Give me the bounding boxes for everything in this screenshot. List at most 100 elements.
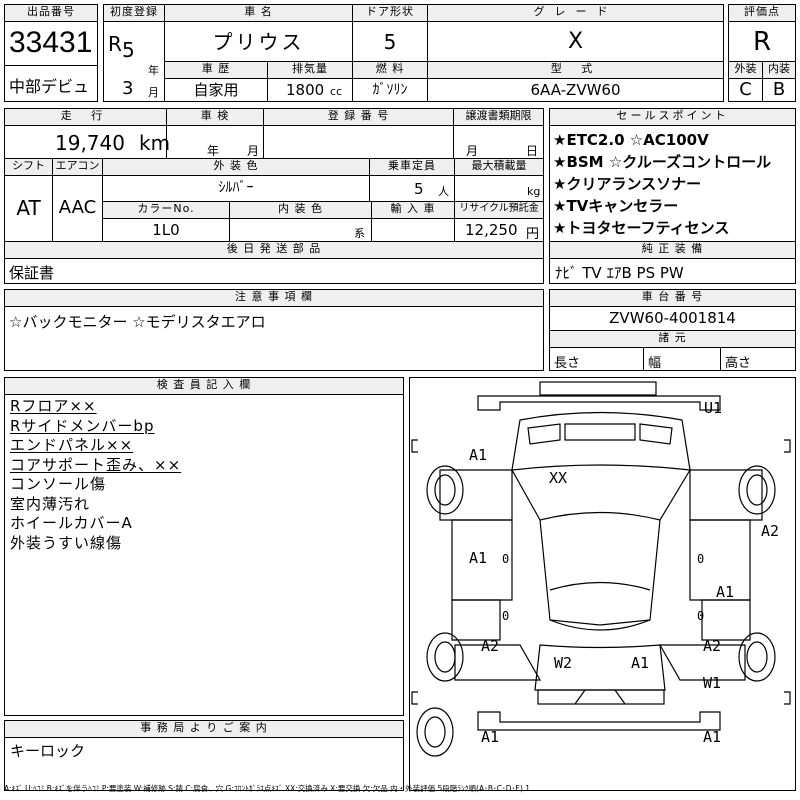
inspector-note: コンソール傷 <box>10 475 107 493</box>
exterior-cell: C <box>728 78 763 102</box>
front-bumper-shape <box>477 395 721 411</box>
month-unit: 月 <box>148 86 159 99</box>
dimensions-label: 諸 元 <box>549 330 796 348</box>
inspector-note: ホイールカバーA <box>10 514 133 532</box>
inspector-note: コアサポート歪み、×× <box>10 455 182 474</box>
venue: 中部デビュ <box>9 77 90 96</box>
interior-color-unit: 系 <box>354 227 365 240</box>
sales-point: ★BSM ☆クルーズコントロール <box>553 153 772 171</box>
transfer-cell: 月 日 <box>453 125 544 159</box>
load-cell: kg <box>454 175 544 202</box>
model-label: 型 式 <box>427 61 724 79</box>
damage-mark: W1 <box>703 674 721 692</box>
aircon-label: エアコン <box>52 158 103 176</box>
wheel-front-left <box>426 465 464 515</box>
interior-color-label: 内 装 色 <box>229 201 372 219</box>
score-label: 評価点 <box>728 4 796 22</box>
capacity: 5 <box>414 180 424 198</box>
chassis-cell: ZVW60-4001814 <box>549 306 796 331</box>
shift-label: シフト <box>4 158 53 176</box>
inspector-note: Rサイドメンバーbp <box>10 416 155 435</box>
model-cell: 6AA-ZVW60 <box>427 78 724 102</box>
load-unit: kg <box>527 185 541 198</box>
inspection-cell: 年 月 <box>166 125 264 159</box>
mileage: 19,740 <box>55 131 125 155</box>
equipment-cell: ﾅﾋﾞ TV ｴｱB PS PW <box>549 258 796 284</box>
inspection-year-unit: 年 <box>207 144 220 158</box>
era: R <box>108 32 122 56</box>
lot-number: 33431 <box>9 26 93 59</box>
damage-mark: A2 <box>761 522 779 540</box>
year-unit: 年 <box>148 64 159 77</box>
inspector-note: エンドパネル×× <box>10 436 134 454</box>
recycle-label: リサイクル預託金 <box>454 201 544 219</box>
later-parts-cell: 保証書 <box>4 258 544 284</box>
height-cell: 高さ <box>720 347 796 371</box>
grade-label: グレード <box>427 4 724 22</box>
history: 自家用 <box>193 81 239 99</box>
score: R <box>752 27 772 57</box>
mileage-cell: 19,740 km <box>4 125 170 159</box>
venue-cell: 中部デビュ <box>4 65 98 102</box>
import-label: 輸 入 車 <box>371 201 455 219</box>
inspector-note: 室内薄汚れ <box>10 494 91 513</box>
color-no-cell: 1L0 <box>102 218 230 242</box>
capacity-unit: 人 <box>438 185 449 198</box>
sales-point: ★クリアランスソナー <box>553 175 702 193</box>
wheel-rear-left <box>426 632 464 682</box>
inspector-note: Rフロア×× <box>10 397 97 415</box>
sales-label: セールスポイント <box>549 108 796 126</box>
color: ｼﾙﾊﾞｰ <box>218 180 254 196</box>
fuel-label: 燃 料 <box>352 61 428 79</box>
damage-mark: A1 <box>469 446 487 464</box>
color-label: 外 装 色 <box>102 158 370 176</box>
equipment-label: 純 正 装 備 <box>549 241 796 259</box>
spare-wheel <box>416 707 454 757</box>
color-no-label: カラーNo. <box>102 201 230 219</box>
year: 5 <box>122 38 135 62</box>
history-label: 車 歴 <box>164 61 268 79</box>
inspector-note: 外装うすい線傷 <box>10 533 123 552</box>
damage-mark: A1 <box>716 583 734 601</box>
car-diagram: 0 0 0 0 U1 A1 XX A2 A1 A1 A2 A2 W2 A1 W1 A1 A1 <box>409 377 796 791</box>
car-name-cell: プリウス <box>164 21 353 62</box>
model: 6AA-ZVW60 <box>530 81 621 99</box>
notes-label: 注 意 事 項 欄 <box>4 289 544 307</box>
shift-cell: AT <box>4 175 53 242</box>
fuel: ｶﾞｿﾘﾝ <box>372 82 408 98</box>
svg-text:0: 0 <box>502 552 509 566</box>
height-label: 高さ <box>725 356 752 371</box>
recycle: 12,250 <box>465 221 518 239</box>
sales-point: ★TVキャンセラー <box>553 197 679 215</box>
displacement-cell: 1800 cc <box>267 78 353 102</box>
hood-outline <box>511 411 691 471</box>
transfer-day-unit: 日 <box>526 144 539 158</box>
damage-mark: A1 <box>631 654 649 672</box>
interior-cell: B <box>762 78 796 102</box>
notes: ☆バックモニター ☆モデリスタエアロ <box>9 313 266 331</box>
doors-cell: 5 <box>352 21 428 62</box>
damage-mark: W2 <box>554 654 572 672</box>
aircon-cell: AAC <box>52 175 103 242</box>
damage-mark: A1 <box>481 728 499 746</box>
inspector-label: 検 査 員 記 入 欄 <box>4 377 404 395</box>
shift: AT <box>16 196 41 220</box>
inspection-label: 車 検 <box>166 108 264 126</box>
front-bumper-outline <box>539 381 657 396</box>
import-cell <box>371 218 455 242</box>
svg-text:0: 0 <box>697 609 704 623</box>
first-reg-cell: R 5 年 3 月 <box>103 21 165 102</box>
capacity-cell: 5 人 <box>369 175 455 202</box>
aircon: AAC <box>58 197 97 218</box>
rear-bumper-shape <box>477 711 721 731</box>
notes-cell: ☆バックモニター ☆モデリスタエアロ <box>4 306 544 371</box>
later-parts: 保証書 <box>9 264 55 282</box>
transfer-month-unit: 月 <box>466 144 479 158</box>
inspector-cell: Rフロア×× Rサイドメンバーbp エンドパネル×× コアサポート歪み、×× コ… <box>4 394 404 716</box>
displacement-unit: cc <box>330 85 343 98</box>
car-name-label: 車 名 <box>164 4 353 22</box>
car-name: プリウス <box>212 30 305 54</box>
door-label: ドア形状 <box>352 4 428 22</box>
cabin-outline <box>511 469 691 626</box>
displacement-label: 排気量 <box>267 61 353 79</box>
